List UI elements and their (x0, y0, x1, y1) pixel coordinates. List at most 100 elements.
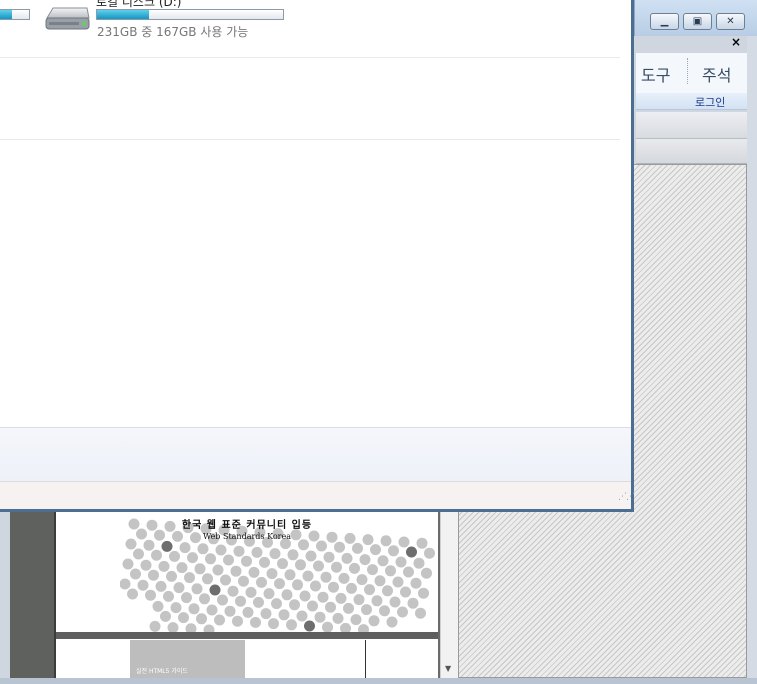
page-divider-band (56, 632, 438, 639)
pattern-dot (133, 548, 144, 560)
pattern-dot (356, 574, 368, 586)
pattern-dot (206, 604, 218, 616)
pattern-dot (274, 578, 285, 590)
pattern-dot (277, 558, 288, 570)
pattern-dot (260, 608, 272, 620)
taskbar-edge (0, 678, 757, 684)
pattern-dot (352, 542, 363, 554)
pattern-dot (151, 549, 162, 561)
pattern-dot (127, 588, 138, 600)
close-window-button[interactable]: ✕ (716, 13, 745, 30)
pattern-dot (214, 614, 225, 626)
pattern-dot (313, 560, 324, 572)
pattern-dot (250, 616, 261, 628)
pattern-dot (388, 545, 399, 557)
pattern-dot (403, 566, 414, 578)
pattern-dot (179, 542, 191, 554)
minimize-button[interactable]: ▁ (650, 13, 679, 30)
pattern-dot (358, 624, 369, 632)
pattern-dot (238, 575, 249, 587)
pattern-dot (223, 554, 234, 566)
tab-divider (687, 58, 689, 84)
pattern-dot (158, 560, 170, 572)
pattern-dot (185, 623, 197, 632)
pattern-dot (392, 576, 404, 588)
page-left-column (10, 510, 56, 678)
pattern-dot (256, 576, 267, 588)
pattern-dot (386, 616, 398, 628)
pattern-dot (176, 562, 188, 574)
window-edge (747, 36, 757, 684)
pattern-dot (233, 545, 245, 557)
pattern-dot (343, 602, 354, 614)
pattern-dot (397, 606, 408, 618)
pattern-dot (230, 565, 242, 577)
pattern-dot (217, 594, 228, 606)
pattern-dot (415, 607, 426, 619)
pattern-dot (367, 564, 378, 576)
pattern-dot (160, 610, 171, 622)
pattern-dot (340, 622, 351, 632)
pattern-dot (145, 589, 156, 601)
pattern-dot (199, 593, 210, 605)
hard-drive-icon[interactable] (43, 4, 91, 34)
pattern-dot (299, 590, 311, 602)
group-separator (0, 57, 620, 58)
pattern-dot (349, 562, 360, 574)
tab-tools[interactable]: 도구 (641, 62, 670, 86)
site-subtitle: Web Standards Korea (203, 532, 291, 541)
pattern-dot (292, 579, 303, 591)
pattern-dot (155, 580, 167, 592)
pattern-dot (170, 602, 182, 614)
close-panel-button[interactable]: × (731, 35, 741, 49)
login-link[interactable]: 로그인 (695, 94, 725, 110)
pattern-dot (203, 624, 215, 632)
scroll-down-arrow-icon[interactable]: ▼ (445, 664, 451, 673)
pattern-dot (232, 615, 243, 627)
pattern-dot (169, 550, 180, 562)
pattern-dot (302, 570, 314, 582)
drive-usage-fill (97, 10, 150, 19)
pattern-dot (271, 598, 282, 610)
drive-usage-fill (0, 10, 12, 19)
resize-grip-icon[interactable]: ⋰⋰ (618, 492, 635, 502)
pattern-dot (152, 600, 164, 612)
maximize-icon: ▣ (692, 16, 703, 27)
drive-usage-bar (96, 9, 284, 20)
pattern-dot (341, 552, 353, 564)
pattern-dot (143, 539, 155, 551)
pattern-dot (281, 589, 293, 601)
page-divider-line (365, 640, 366, 678)
close-icon: ✕ (726, 16, 735, 27)
pattern-dot (209, 584, 221, 596)
pattern-dot (197, 543, 209, 555)
tab-annotations[interactable]: 주석 (702, 62, 731, 86)
pattern-dot (137, 579, 149, 591)
pattern-dot (410, 577, 422, 589)
pattern-dot (331, 561, 342, 573)
pattern-dot (224, 605, 236, 617)
pattern-dot (424, 547, 435, 559)
pattern-dot (361, 604, 372, 616)
site-title: 한국 웹 표준 커뮤니티 입등 (181, 520, 313, 531)
pattern-dot (184, 572, 195, 584)
toolbar-row (636, 139, 748, 164)
pattern-dot (371, 595, 383, 607)
pattern-dot (173, 582, 185, 594)
pattern-dot (377, 555, 389, 567)
pattern-dot (418, 587, 429, 599)
minimize-icon: ▁ (660, 16, 669, 27)
card-label: 실전 HTML5 가이드 (136, 668, 188, 675)
drive-free-space: 231GB 중 167GB 사용 가능 (97, 25, 249, 39)
maximize-button[interactable]: ▣ (683, 13, 712, 30)
pattern-dot (215, 544, 227, 556)
vertical-scrollbar[interactable] (440, 510, 458, 678)
pattern-dot (245, 586, 257, 598)
pattern-dot (122, 558, 134, 570)
pattern-dot (370, 544, 381, 556)
pattern-dot (382, 585, 393, 597)
group-separator (0, 139, 620, 140)
pattern-dot (407, 597, 419, 609)
pattern-dot (191, 583, 203, 595)
pattern-dot (413, 557, 425, 569)
